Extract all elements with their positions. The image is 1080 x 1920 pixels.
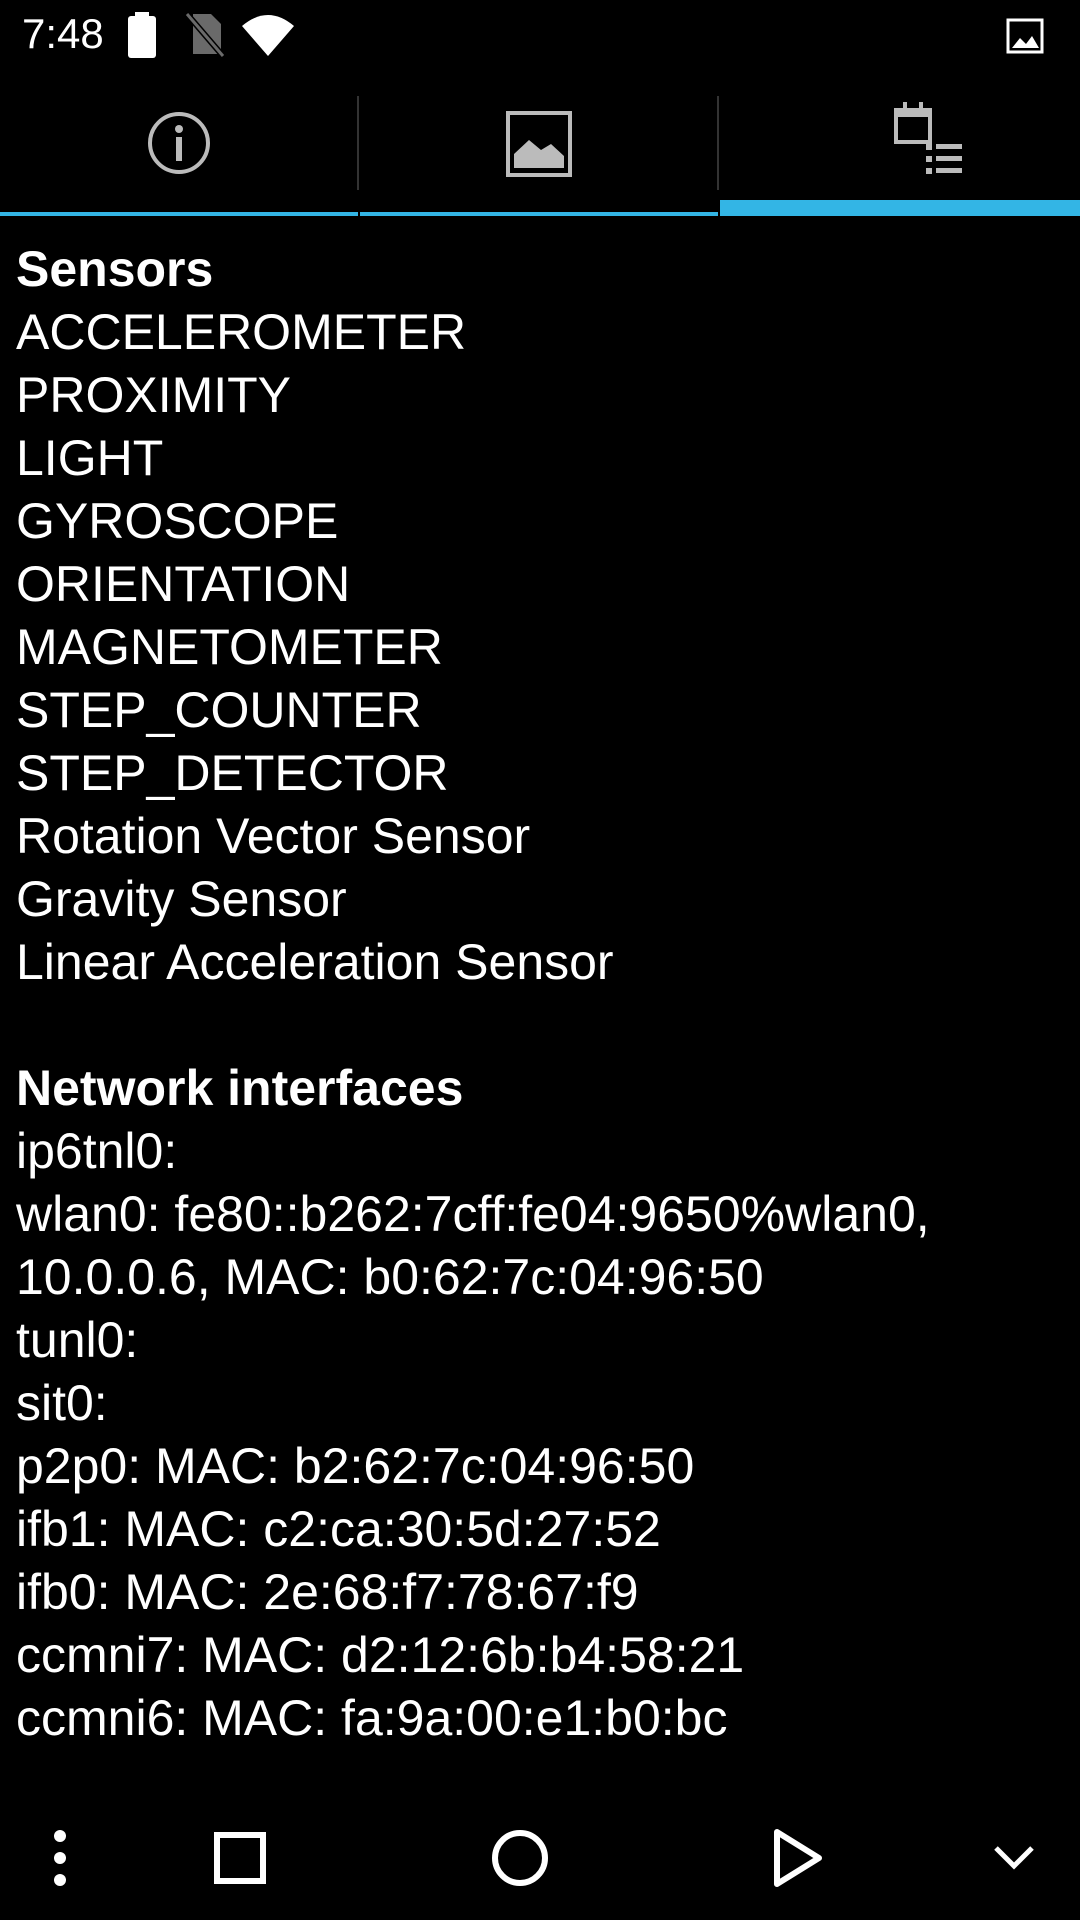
status-time: 7:48 <box>22 10 104 57</box>
tab-underline <box>0 212 358 216</box>
network-item: ifb0: MAC: 2e:68:f7:78:67:f9 <box>16 1564 639 1620</box>
device-info-content: Sensors ACCELEROMETER PROXIMITY LIGHT GY… <box>16 238 1066 1750</box>
no-sim-icon <box>183 12 226 63</box>
tab-info[interactable] <box>0 96 358 216</box>
network-item: p2p0: MAC: b2:62:7c:04:96:50 <box>16 1438 695 1494</box>
sensor-item: MAGNETOMETER <box>16 619 443 675</box>
collapse-icon <box>992 1844 1036 1877</box>
navigation-bar <box>0 1800 1080 1920</box>
sensors-title: Sensors <box>16 241 214 297</box>
back-button[interactable] <box>748 1800 848 1920</box>
tab-divider <box>357 96 359 190</box>
collapse-button[interactable] <box>972 1800 1056 1920</box>
tab-divider <box>717 96 719 190</box>
wifi-icon <box>240 12 296 63</box>
recents-icon <box>213 1831 267 1890</box>
sensor-item: ACCELEROMETER <box>16 304 467 360</box>
network-item: sit0: <box>16 1375 108 1431</box>
status-bar: 7:48 <box>0 0 1080 72</box>
sensor-item: ORIENTATION <box>16 556 351 612</box>
sensor-item: LIGHT <box>16 430 164 486</box>
sensor-item: PROXIMITY <box>16 367 292 423</box>
network-item: ccmni6: MAC: fa:9a:00:e1:b0:bc <box>16 1690 728 1746</box>
screen: 7:48 Sensors ACCELEROMETER PROXIMITY LIG… <box>0 0 1080 1920</box>
tab-underline-selected <box>720 200 1080 216</box>
sensor-item: GYROSCOPE <box>16 493 339 549</box>
network-item: tunl0: <box>16 1312 139 1368</box>
recents-button[interactable] <box>190 1800 290 1920</box>
calendar-list-icon <box>894 102 966 189</box>
back-icon <box>771 1828 825 1893</box>
network-item: ifb1: MAC: c2:ca:30:5d:27:52 <box>16 1501 661 1557</box>
sensor-item: STEP_COUNTER <box>16 682 422 738</box>
tab-sensors-list[interactable] <box>720 96 1080 216</box>
network-item: ccmni7: MAC: d2:12:6b:b4:58:21 <box>16 1627 745 1683</box>
image-notification-icon <box>1006 18 1044 59</box>
image-icon <box>505 110 573 183</box>
info-icon <box>146 110 212 181</box>
menu-button[interactable] <box>20 1800 100 1920</box>
sensor-item: STEP_DETECTOR <box>16 745 449 801</box>
home-button[interactable] <box>470 1800 570 1920</box>
network-interfaces-title: Network interfaces <box>16 1060 464 1116</box>
home-icon <box>490 1828 550 1893</box>
network-item: wlan0: fe80::b262:7cff:fe04:9650%wlan0, <box>16 1186 930 1242</box>
sensor-item: Linear Acceleration Sensor <box>16 934 614 990</box>
network-item: 10.0.0.6, MAC: b0:62:7c:04:96:50 <box>16 1249 764 1305</box>
menu-icon <box>52 1828 68 1893</box>
tab-image[interactable] <box>360 96 718 216</box>
sensor-item: Rotation Vector Sensor <box>16 808 531 864</box>
tab-underline <box>360 212 718 216</box>
sensor-item: Gravity Sensor <box>16 871 347 927</box>
tab-bar <box>0 96 1080 216</box>
network-item: ip6tnl0: <box>16 1123 178 1179</box>
battery-icon <box>126 12 158 63</box>
